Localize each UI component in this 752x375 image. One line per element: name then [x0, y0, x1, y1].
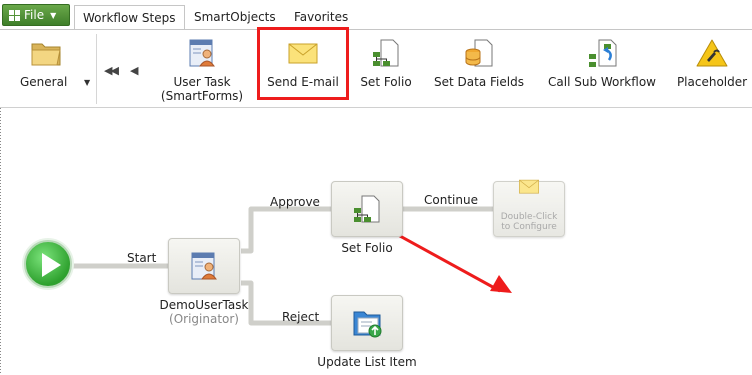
scroll-prev-icon[interactable]: ◀: [130, 64, 138, 77]
continue-line-label: Continue: [424, 193, 478, 207]
call-sub-workflow-button[interactable]: Call Sub Workflow: [540, 30, 664, 108]
update-list-item-node[interactable]: [331, 295, 403, 351]
user-task-button[interactable]: User Task (SmartForms): [152, 30, 252, 108]
configure-hint: Double-Click to Configure: [494, 212, 564, 232]
placeholder-button[interactable]: Placeholder: [672, 30, 752, 108]
play-icon: [42, 253, 61, 277]
user-task-sublabel: (SmartForms): [160, 89, 244, 103]
scroll-first-icon[interactable]: ◀◀: [104, 64, 119, 77]
sub-workflow-icon: [589, 39, 617, 67]
set-data-fields-label: Set Data Fields: [434, 75, 524, 89]
org-chart-icon: [373, 39, 399, 67]
set-folio-node[interactable]: [331, 181, 403, 237]
placeholder-icon: [696, 39, 728, 67]
send-email-highlight-box: [257, 27, 349, 100]
set-folio-node-label: Set Folio: [341, 241, 393, 255]
start-node[interactable]: [24, 240, 72, 288]
user-task-node-role: (Originator): [169, 312, 239, 326]
general-label: General: [20, 75, 68, 89]
ribbon-tab-bar: File ▼ Workflow Steps SmartObjects Favor…: [0, 0, 752, 30]
user-task-icon: [189, 39, 215, 67]
tab-smartobjects[interactable]: SmartObjects: [186, 5, 284, 29]
user-task-node[interactable]: [168, 238, 240, 294]
envelope-icon: [519, 179, 539, 194]
annotation-arrowhead: [490, 275, 512, 293]
set-data-fields-button[interactable]: Set Data Fields: [426, 30, 532, 108]
file-menu-button[interactable]: File ▼: [2, 4, 70, 26]
workflow-canvas[interactable]: Start Approve Continue Reject DemoUserTa…: [0, 108, 752, 375]
tab-favorites[interactable]: Favorites: [286, 5, 356, 29]
update-list-item-node-label: Update List Item: [317, 355, 417, 369]
folder-icon: [31, 43, 61, 66]
user-task-label: User Task: [173, 75, 231, 89]
configure-hint-line1: Double-Click: [500, 212, 558, 222]
set-folio-button[interactable]: Set Folio: [354, 30, 418, 108]
app-grid-icon: [9, 9, 20, 21]
data-fields-icon: [465, 39, 493, 67]
reject-line-label: Reject: [282, 310, 320, 324]
file-label: File: [24, 8, 45, 22]
ribbon-divider: [96, 34, 97, 104]
placeholder-label: Placeholder: [676, 75, 748, 89]
user-task-node-name: DemoUserTask: [159, 298, 249, 312]
start-line-label: Start: [127, 251, 157, 265]
chevron-down-icon[interactable]: ▼: [84, 78, 90, 87]
tab-workflow-steps[interactable]: Workflow Steps: [74, 5, 185, 30]
user-task-icon: [191, 252, 217, 280]
send-email-node[interactable]: Double-Click to Configure: [493, 179, 565, 237]
org-chart-icon: [354, 195, 380, 223]
general-button[interactable]: General: [8, 30, 86, 108]
user-task-node-label: DemoUserTask (Originator): [152, 298, 256, 326]
configure-hint-line2: to Configure: [501, 222, 557, 232]
approve-line-label: Approve: [270, 195, 320, 209]
approve-connector: [241, 206, 331, 254]
ribbon-toolbar: General ▼ ◀◀ ◀ User Task (SmartForms) Se…: [0, 29, 752, 108]
list-update-icon: [353, 311, 382, 338]
chevron-down-icon: ▼: [50, 10, 57, 20]
set-folio-label: Set Folio: [360, 75, 412, 89]
call-sub-workflow-label: Call Sub Workflow: [548, 75, 656, 89]
